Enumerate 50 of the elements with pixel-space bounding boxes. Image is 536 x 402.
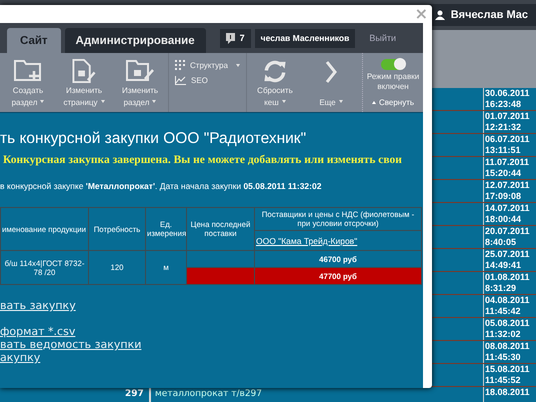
date-cell-text: 25.07.2011 14:49:41 xyxy=(484,249,531,271)
date-cell-text: 01.07.2011 12:21:32 xyxy=(484,111,531,133)
caret-icon xyxy=(236,64,240,66)
toolbar-button[interactable]: Изменить раздел xyxy=(112,53,168,112)
action-link[interactable]: формат *.csv xyxy=(0,325,76,338)
notification-icon xyxy=(226,32,235,44)
folder-plus-icon xyxy=(14,59,42,83)
caret-icon xyxy=(338,100,343,103)
chevron-icon xyxy=(324,59,338,85)
notifications-button[interactable]: 7 xyxy=(220,28,251,48)
toolbar-button[interactable]: Изменить страницу xyxy=(56,53,112,112)
date-cell-text: 05.08.2011 11:32:02 xyxy=(484,318,531,340)
edit-mode-label: Режим правки включен xyxy=(366,72,420,92)
menu-item[interactable]: Структура xyxy=(175,60,240,70)
notice-text: Конкурсная закупка завершена. Вы не можете добавлять или изменять свои xyxy=(2,154,403,166)
collapse-button[interactable]: Свернуть xyxy=(372,98,414,107)
toolbar-button[interactable]: Сбросить кеш xyxy=(246,53,303,112)
date-cell-text: 12.07.2011 17:09:08 xyxy=(484,180,531,202)
page-title: ть конкурсной закупки ООО "Радиотехник" xyxy=(0,130,308,148)
menu-item[interactable]: SEO xyxy=(175,76,240,85)
refresh-icon xyxy=(262,59,288,84)
caret-icon xyxy=(152,100,156,103)
date-cell-text: 01.08.2011 8:31:29 xyxy=(484,272,531,294)
caret-icon xyxy=(40,100,44,103)
tab[interactable]: Администрирование xyxy=(64,28,206,53)
date-cell-text: 18.08.2011 xyxy=(484,387,531,399)
date-cell-text: 14.07.2011 18:00:44 xyxy=(484,203,531,225)
user-button[interactable]: Вячеслав Мас xyxy=(426,4,536,26)
toolbar-button[interactable]: Создать раздел xyxy=(0,53,56,112)
chart-icon xyxy=(175,76,186,85)
date-cell-text: 06.07.2011 13:11:51 xyxy=(484,134,531,156)
grid-icon xyxy=(175,60,185,70)
date-cell-text: 20.07.2011 8:40:05 xyxy=(484,226,531,248)
date-cell-text: 04.08.2011 11:45:42 xyxy=(484,295,531,317)
action-link[interactable]: акупку xyxy=(0,351,40,364)
user-button[interactable]: чеслав Масленников xyxy=(254,28,356,48)
tab[interactable]: Сайт xyxy=(7,28,61,53)
more-button[interactable]: Еще xyxy=(302,53,359,112)
date-cell-text: 08.08.2011 11:45:30 xyxy=(484,341,531,363)
action-link[interactable]: вать закупку xyxy=(0,299,76,312)
caret-icon xyxy=(100,100,105,103)
logout-link[interactable]: Выйти xyxy=(369,33,396,43)
date-cell-text: 11.07.2011 15:20:44 xyxy=(484,157,530,179)
toggle-switch[interactable] xyxy=(381,59,405,70)
user-icon xyxy=(434,10,445,20)
action-link[interactable]: вать ведомость закупки xyxy=(0,338,142,351)
info-text: в конкурсной закупке 'Металлопрокат'. Дата начала закупки 05.08.2011 11:32:02 xyxy=(0,181,322,191)
caret-icon xyxy=(282,100,286,103)
date-cell-text: 15.08.2011 11:45:52 xyxy=(484,364,531,386)
date-cell-text: 30.06.2011 16:23:48 xyxy=(484,88,531,110)
